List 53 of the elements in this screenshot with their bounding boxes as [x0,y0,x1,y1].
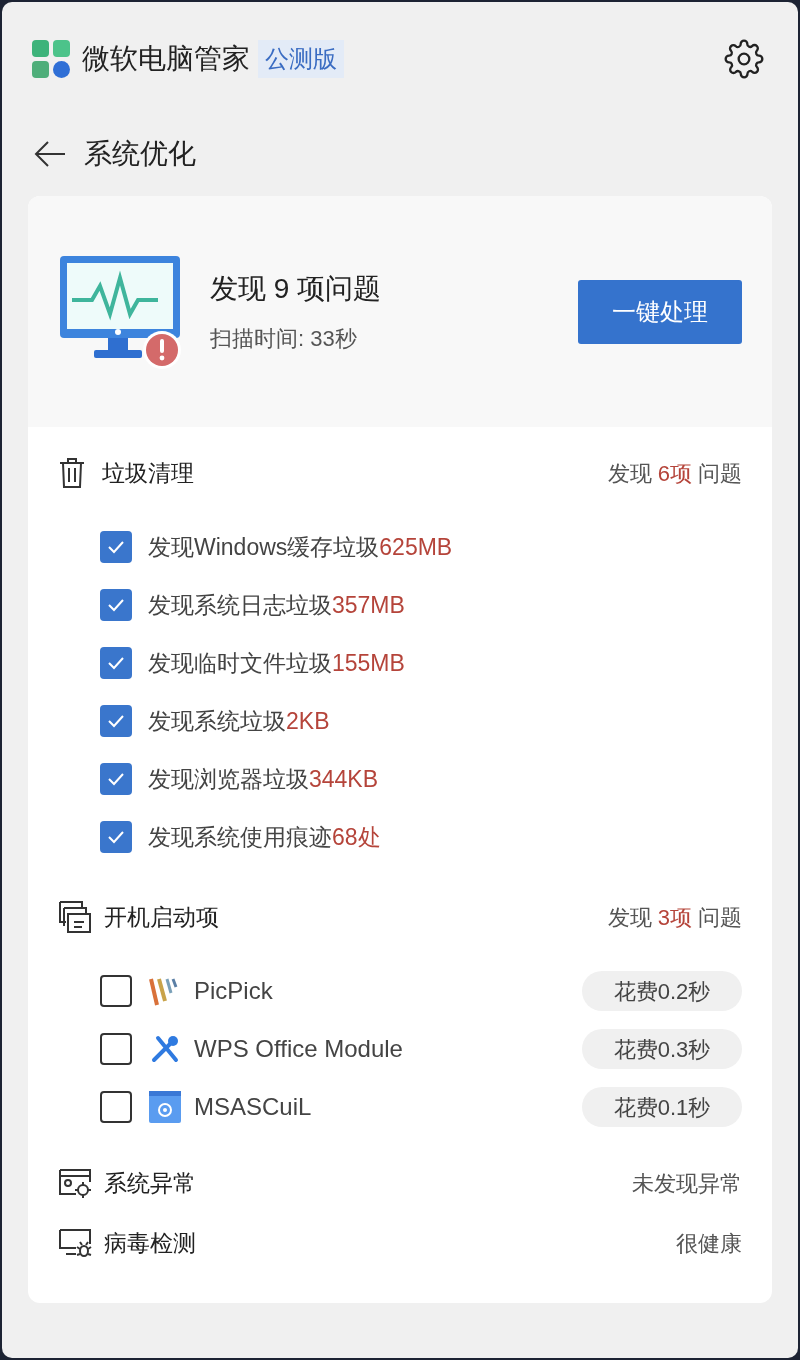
trash-icon [58,457,86,489]
issue-count: 发现 6项 问题 [607,460,742,486]
tools-icon [150,1034,180,1064]
checkbox[interactable] [100,975,132,1007]
check-icon [107,540,125,554]
junk-item-label: 发现临时文件垃圾155MB [148,648,405,678]
check-status: 很健康 [676,1229,742,1258]
back-button[interactable] [34,140,66,168]
app-name: MSASCuiL [194,1092,312,1122]
app-title: 微软电脑管家 [82,42,250,76]
junk-item-label: 发现Windows缓存垃圾625MB [148,532,453,562]
checkbox[interactable] [100,821,132,853]
junk-item-label: 发现系统使用痕迹68处 [148,822,381,852]
check-icon [107,772,125,786]
checkbox[interactable] [100,1033,132,1065]
settings-window-icon [149,1091,181,1123]
section-title: 病毒检测 [104,1228,196,1258]
startup-cost: 花费0.2秒 [582,971,742,1011]
checkbox[interactable] [100,647,132,679]
issue-count: 发现 3项 问题 [607,904,742,930]
back-arrow-icon [34,140,66,168]
app-name: PicPick [194,976,273,1006]
check-icon [107,830,125,844]
startup-cost: 花费0.3秒 [582,1029,742,1069]
beta-badge: 公测版 [258,40,344,78]
checkbox[interactable] [100,763,132,795]
check-icon [107,656,125,670]
stacked-windows-icon [58,900,92,934]
page-title: 系统优化 [84,137,196,171]
junk-item-label: 发现系统日志垃圾357MB [148,590,405,620]
fix-all-button[interactable]: 一键处理 [578,279,742,344]
app-logo-icon [32,40,70,78]
settings-icon [724,39,764,79]
settings-button[interactable] [724,39,764,79]
monitor-alert-icon [58,253,184,370]
issue-headline: 发现 9 项问题 [210,272,382,306]
gear-window-icon [58,1168,92,1198]
check-status: 未发现异常 [632,1169,742,1198]
junk-item-label: 发现系统垃圾2KB [148,706,330,736]
junk-item-label: 发现浏览器垃圾344KB [148,764,379,794]
checkbox[interactable] [100,705,132,737]
section-title: 开机启动项 [104,902,219,932]
checkbox[interactable] [100,1091,132,1123]
section-title: 系统异常 [104,1168,196,1198]
section-title: 垃圾清理 [102,458,194,488]
check-icon [107,598,125,612]
app-name: WPS Office Module [194,1034,403,1064]
checkbox[interactable] [100,589,132,621]
startup-cost: 花费0.1秒 [582,1087,742,1127]
scan-time: 扫描时间: 33秒 [210,325,358,353]
check-icon [107,714,125,728]
bug-monitor-icon [58,1228,92,1258]
checkbox[interactable] [100,531,132,563]
